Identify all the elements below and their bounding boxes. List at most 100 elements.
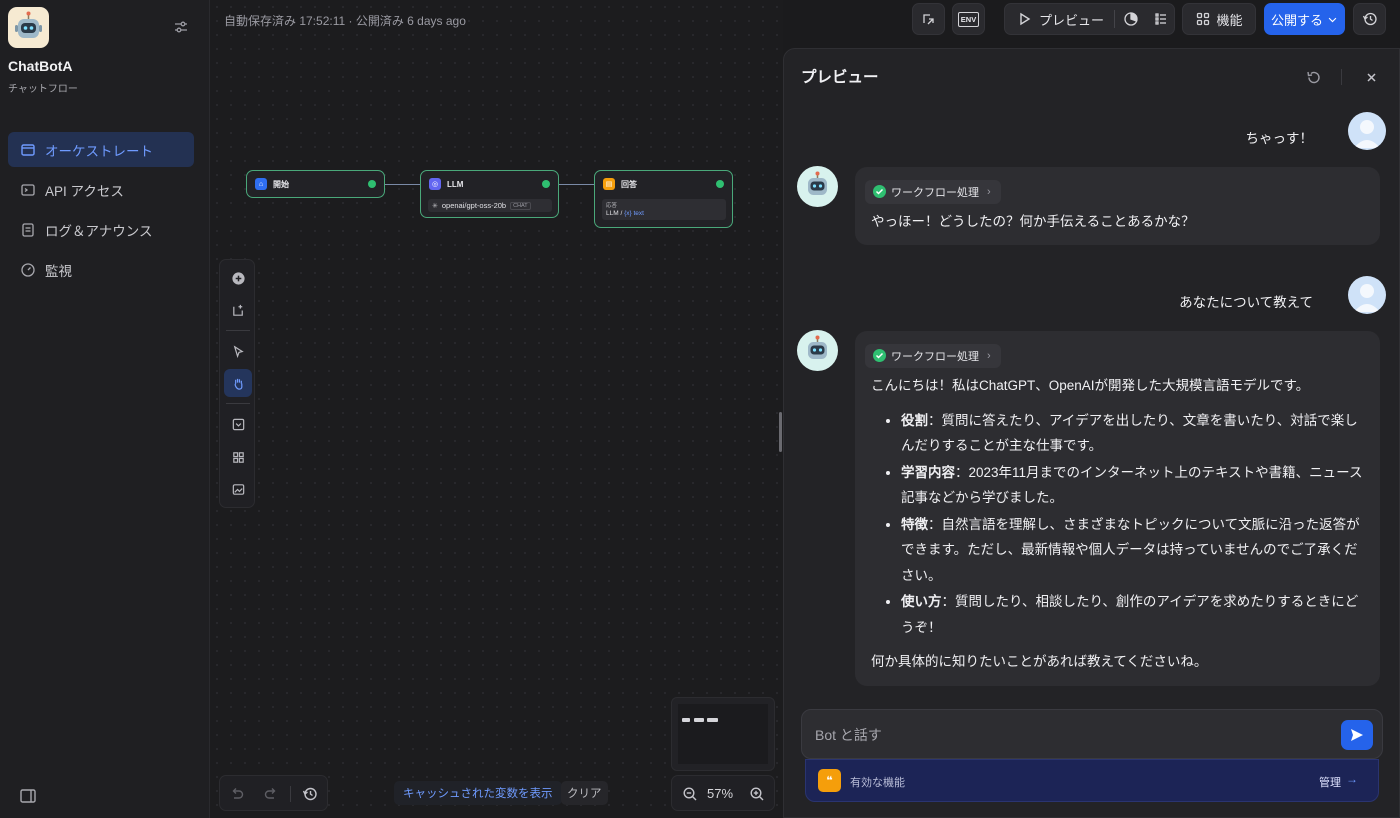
bot-message-list: 役割：質問に答えたり、アイデアを出したり、文章を書いたり、対話で楽しんだりするこ… bbox=[871, 408, 1364, 641]
sidebar-item-monitor[interactable]: 監視 bbox=[8, 252, 194, 287]
undo-icon[interactable] bbox=[228, 785, 246, 803]
add-node-button[interactable] bbox=[224, 264, 252, 292]
llm-icon: ◎ bbox=[429, 178, 441, 190]
minimap[interactable] bbox=[671, 697, 775, 771]
show-cached-variables-button[interactable]: キャッシュされた変数を表示 bbox=[394, 781, 562, 805]
zoom-level: 57% bbox=[707, 786, 734, 801]
user-avatar bbox=[1348, 112, 1386, 150]
zoom-in-icon[interactable] bbox=[749, 786, 765, 802]
answer-field-label: 応答 bbox=[606, 203, 618, 209]
minimap-viewport bbox=[678, 704, 768, 764]
hand-tool[interactable] bbox=[224, 369, 252, 397]
home-icon: ⌂ bbox=[255, 178, 267, 190]
publish-label: 公開する bbox=[1270, 12, 1323, 28]
panel-toggle-icon[interactable] bbox=[18, 786, 38, 806]
check-circle-icon bbox=[873, 349, 886, 362]
chevron-right-icon: › bbox=[987, 185, 991, 198]
model-chip: ✳ openai/gpt-oss-20b CHAT bbox=[428, 199, 552, 212]
features-button[interactable]: 機能 bbox=[1182, 3, 1256, 35]
export-image-button[interactable] bbox=[224, 410, 252, 438]
cursor-icon bbox=[233, 344, 244, 358]
model-tag: CHAT bbox=[510, 201, 531, 210]
chevron-down-icon bbox=[1328, 17, 1337, 22]
minimap-node bbox=[707, 718, 718, 722]
list-item-text: ：質問に答えたり、アイデアを出したり、文章を書いたり、対話で楽しんだりすることが… bbox=[901, 412, 1358, 454]
workflow-process-label: ワークフロー処理 bbox=[891, 350, 979, 363]
node-title: LLM bbox=[447, 179, 464, 189]
clear-button[interactable]: クリア bbox=[561, 781, 608, 805]
sidebar-item-logs[interactable]: ログ＆アナウンス bbox=[8, 212, 194, 247]
env-button[interactable]: ENV bbox=[952, 3, 985, 35]
sidebar-item-orchestrate[interactable]: オーケストレート bbox=[8, 132, 194, 167]
run-history-icon[interactable] bbox=[1123, 11, 1139, 27]
edge-llm-answer bbox=[558, 184, 594, 185]
autosave-status: 自動保存済み 17:52:11 · 公開済み 6 days ago bbox=[224, 14, 466, 28]
workflow-process-toggle[interactable]: ワークフロー処理 › bbox=[865, 179, 1001, 204]
preview-button[interactable]: プレビュー bbox=[1039, 10, 1104, 29]
organize-button[interactable] bbox=[224, 443, 252, 471]
user-avatar bbox=[1348, 276, 1386, 314]
sidebar-item-label: 監視 bbox=[45, 263, 72, 279]
app-subtitle: チャットフロー bbox=[8, 84, 78, 95]
bot-avatar bbox=[797, 166, 838, 207]
list-item-text: ：自然言語を理解し、さまざまなトピックについて文脈に沿った返答ができます。ただし… bbox=[901, 516, 1360, 583]
canvas-toolbar bbox=[219, 259, 255, 508]
window-icon bbox=[21, 143, 35, 156]
chat-input[interactable] bbox=[815, 724, 1315, 746]
answer-field: 応答 LLM / {x} text bbox=[602, 199, 726, 220]
history-controls bbox=[219, 775, 328, 811]
redo-icon[interactable] bbox=[262, 785, 280, 803]
bot-message-outro: 何か具体的に知りたいことがあれば教えてくださいね。 bbox=[871, 654, 1208, 669]
workflow-canvas[interactable]: 自動保存済み 17:52:11 · 公開済み 6 days ago ⌂ 開始 ◎… bbox=[210, 0, 783, 818]
divider bbox=[1341, 69, 1342, 85]
document-icon bbox=[22, 222, 34, 237]
sidebar-item-label: オーケストレート bbox=[45, 143, 153, 159]
list-item: 使い方：質問したり、相談したり、創作のアイデアを求めたりするときにどうぞ！ bbox=[901, 589, 1364, 640]
manage-link[interactable]: 管理 bbox=[1319, 774, 1341, 790]
add-note-button[interactable] bbox=[224, 296, 252, 324]
features-label: 機能 bbox=[1216, 12, 1243, 28]
sidebar-item-api-access[interactable]: API アクセス bbox=[8, 172, 194, 207]
sidebar-item-label: API アクセス bbox=[45, 183, 124, 199]
publish-button[interactable]: 公開する bbox=[1264, 3, 1345, 35]
preview-panel: プレビュー ちゃっす！ ワークフロー処理 › やっほー！どうしたの？何か手伝える… bbox=[783, 48, 1400, 818]
panel-resize-handle[interactable] bbox=[779, 412, 782, 452]
user-message: あなたについて教えて bbox=[1179, 295, 1313, 310]
run-test-icon bbox=[922, 14, 934, 25]
arrow-right-icon[interactable]: → bbox=[1346, 772, 1358, 786]
zoom-out-icon[interactable] bbox=[682, 786, 698, 802]
model-name: openai/gpt-oss-20b bbox=[441, 201, 507, 210]
list-item-text: ：質問したり、相談したり、創作のアイデアを求めたりするときにどうぞ！ bbox=[901, 594, 1359, 635]
gauge-icon bbox=[21, 262, 35, 277]
divider bbox=[290, 786, 291, 802]
node-answer[interactable]: ▤ 回答 応答 LLM / {x} text bbox=[594, 170, 733, 228]
list-item-term: 特徴 bbox=[901, 516, 928, 532]
minimap-toggle-button[interactable] bbox=[224, 475, 252, 503]
list-item-term: 役割 bbox=[901, 412, 928, 428]
history-icon[interactable] bbox=[301, 785, 319, 803]
env-icon: ENV bbox=[957, 11, 980, 27]
pointer-tool[interactable] bbox=[224, 337, 252, 365]
toolbar-divider bbox=[226, 330, 250, 331]
answer-source: LLM / bbox=[606, 210, 623, 217]
apps-icon bbox=[1197, 12, 1210, 26]
node-title: 開始 bbox=[273, 179, 289, 189]
quote-icon: ❝ bbox=[818, 769, 841, 792]
workflow-process-label: ワークフロー処理 bbox=[891, 186, 979, 199]
send-button[interactable] bbox=[1341, 720, 1373, 750]
list-item-term: 使い方 bbox=[901, 594, 942, 609]
version-history-button[interactable] bbox=[1353, 3, 1386, 35]
node-start[interactable]: ⌂ 開始 bbox=[246, 170, 385, 198]
workflow-process-toggle[interactable]: ワークフロー処理 › bbox=[865, 343, 1001, 368]
test-run-button[interactable] bbox=[912, 3, 945, 35]
grid-icon bbox=[232, 451, 244, 463]
checklist-icon[interactable] bbox=[1153, 11, 1169, 27]
restart-icon[interactable] bbox=[1305, 69, 1322, 86]
enabled-features-bar: ❝ 有効な機能 管理 → bbox=[805, 759, 1379, 802]
enabled-features-label: 有効な機能 bbox=[850, 777, 905, 789]
close-icon[interactable] bbox=[1363, 69, 1380, 86]
sidebar: ChatBotA チャットフロー オーケストレート API アクセス ログ＆アナ… bbox=[0, 0, 210, 818]
preview-toolbar-group: プレビュー bbox=[1004, 3, 1175, 35]
node-llm[interactable]: ◎ LLM ✳ openai/gpt-oss-20b CHAT bbox=[420, 170, 559, 218]
sliders-icon[interactable] bbox=[172, 18, 190, 36]
